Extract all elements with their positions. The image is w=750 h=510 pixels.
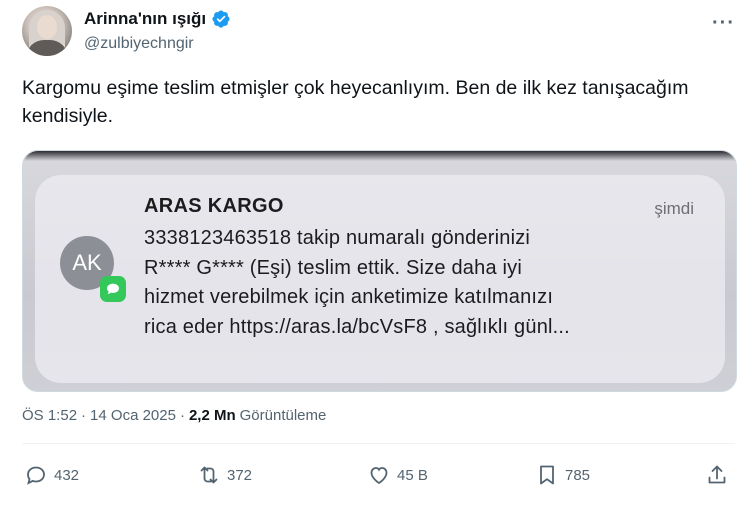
meta-separator: ·	[81, 407, 87, 424]
notification-body: 3338123463518 takip numaralı gönderinizi…	[144, 227, 570, 338]
tweet-meta: ÖS 1:52 · 14 Oca 2025 · 2,2 Mn Görüntüle…	[22, 407, 326, 424]
divider	[22, 443, 735, 444]
message-bubble-icon	[107, 283, 119, 295]
meta-separator-2: ·	[179, 407, 185, 424]
bookmark-button[interactable]: 785	[535, 463, 590, 487]
tweet-header: Arinna'nın ışığı @zulbiyechngir ···	[22, 6, 737, 62]
reply-count: 432	[54, 466, 80, 484]
tweet-time[interactable]: ÖS 1:52	[22, 407, 77, 424]
verified-badge-icon	[212, 10, 230, 28]
tweet-text: Kargomu eşime teslim etmişler çok heyeca…	[22, 77, 689, 127]
tweet-date[interactable]: 14 Oca 2025	[90, 407, 176, 424]
more-options-icon[interactable]: ···	[712, 12, 735, 35]
notification-time: şimdi	[654, 199, 694, 218]
image-top-edge	[23, 151, 736, 161]
share-button[interactable]	[705, 463, 729, 487]
like-count: 45 B	[397, 466, 428, 484]
share-icon	[708, 465, 726, 484]
repost-button[interactable]: 372	[197, 463, 252, 487]
repost-icon	[200, 466, 218, 484]
notification-sender: ARAS KARGO	[144, 195, 284, 217]
view-count-label: Görüntüleme	[239, 407, 327, 424]
like-button[interactable]: 45 B	[367, 463, 428, 487]
avatar-face	[37, 15, 57, 39]
avatar[interactable]	[22, 6, 72, 56]
author-name[interactable]: Arinna'nın ışığı	[84, 9, 206, 29]
view-count: 2,2 Mn	[188, 407, 236, 424]
author-name-row: Arinna'nın ışığı	[84, 9, 231, 29]
repost-count: 372	[227, 466, 253, 484]
author-handle[interactable]: @zulbiyechngir	[84, 35, 194, 53]
bookmark-count: 785	[565, 466, 591, 484]
messages-icon	[100, 276, 126, 302]
tweet-actions: 432 372 45 B 785	[22, 463, 735, 497]
tweet-media-image[interactable]: AK ARAS KARGO şimdi 3338123463518 takip …	[22, 150, 737, 392]
reply-icon	[27, 466, 45, 485]
reply-button[interactable]: 432	[24, 463, 79, 487]
bookmark-icon	[540, 465, 554, 485]
heart-icon	[370, 467, 388, 485]
